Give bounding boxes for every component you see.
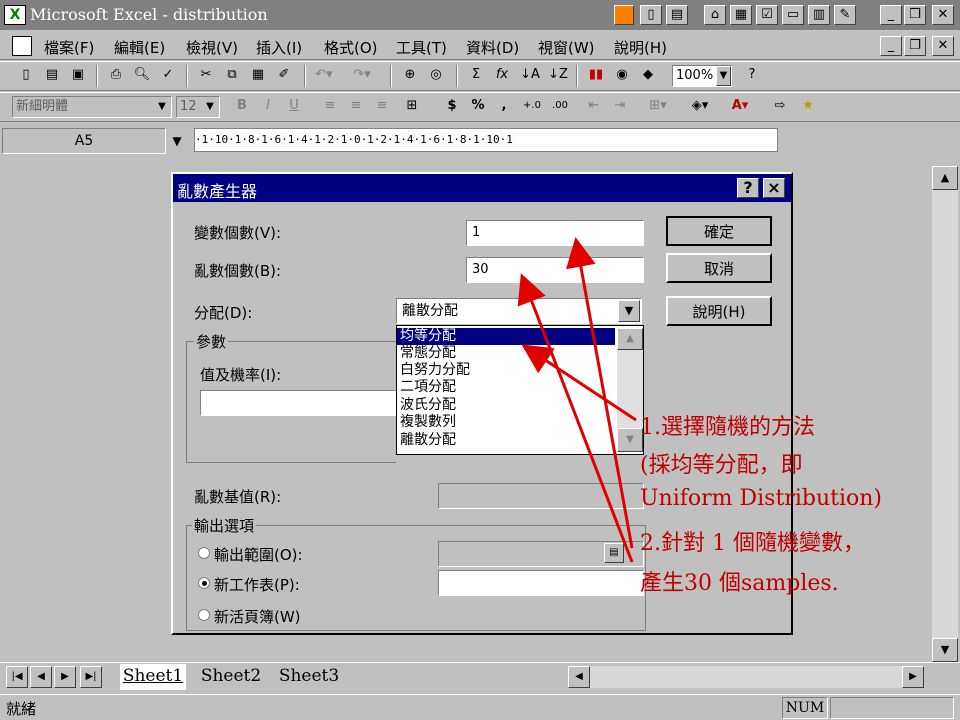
sheet-tab[interactable]: Sheet3 [276, 664, 342, 690]
annotation-line-4: 2.針對 1 個隨機變數， [640, 531, 865, 556]
first-sheet-icon[interactable]: |◀ [6, 666, 28, 688]
h-scrollbar-track[interactable] [590, 666, 902, 688]
h-scroll-right-icon[interactable]: ▶ [902, 666, 924, 688]
h-scroll-left-icon[interactable]: ◀ [568, 666, 590, 688]
prev-sheet-icon[interactable]: ◀ [30, 666, 52, 688]
status-ready: 就緒 [6, 700, 37, 718]
annotation-line-1: 1.選擇隨機的方法 [640, 415, 815, 440]
arrow-to-num-rand [517, 273, 634, 563]
annotation-arrows [517, 237, 637, 563]
next-sheet-icon[interactable]: ▶ [54, 666, 76, 688]
annotation-line-3: Uniform Distribution) [640, 486, 882, 511]
sheet-tab-active[interactable]: Sheet1 [120, 664, 186, 690]
sheet-tab[interactable]: Sheet2 [198, 664, 264, 690]
arrow-to-uniform [521, 344, 637, 422]
last-sheet-icon[interactable]: ▶| [80, 666, 102, 688]
status-num: NUM [782, 697, 828, 719]
annotation-line-5: 產生30 個samples. [640, 571, 839, 596]
annotation-line-2: (採均等分配，即 [640, 453, 803, 478]
status-panel [830, 697, 954, 719]
arrow-to-num-vars [566, 237, 634, 549]
